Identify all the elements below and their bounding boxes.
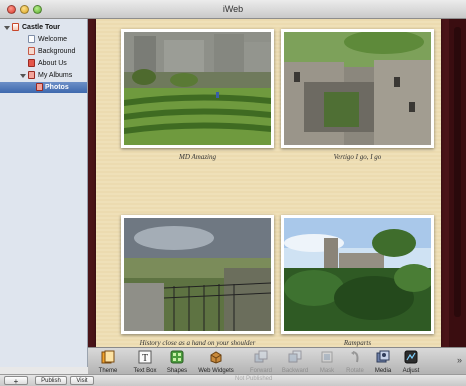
site-icon <box>12 23 19 31</box>
bottom-bar: + Publish Visit Not Published <box>0 374 466 386</box>
theme-button[interactable]: Theme <box>92 349 124 374</box>
forward-icon <box>254 350 268 363</box>
toolbar-overflow-button[interactable]: » <box>457 355 462 365</box>
toolbar: Theme T Text Box Shapes Web Widgets Forw… <box>88 347 466 374</box>
window-title: iWeb <box>222 4 244 14</box>
adjust-button[interactable]: Adjust <box>395 349 427 374</box>
web-widgets-icon <box>210 351 222 364</box>
sidebar-item-label: Photos <box>45 84 69 91</box>
landscape-photo-image <box>124 218 271 331</box>
photo-history[interactable] <box>121 215 274 334</box>
site-organizer: Castle Tour Welcome Background About Us … <box>0 19 88 367</box>
disclosure-triangle-icon[interactable] <box>20 74 26 78</box>
sidebar-item-label: Background <box>38 48 76 55</box>
sidebar-item-castle-tour[interactable]: Castle Tour <box>0 22 87 33</box>
vertical-scrollbar[interactable] <box>449 19 466 347</box>
theme-icon <box>101 350 115 364</box>
photo-caption[interactable]: Ramparts <box>281 339 434 347</box>
web-widgets-button[interactable]: Web Widgets <box>198 349 234 374</box>
sidebar-item-background[interactable]: Background <box>0 46 87 57</box>
photo-caption[interactable]: Vertigo I go, I go <box>281 153 434 161</box>
text-box-icon: T <box>138 350 152 364</box>
photo-caption[interactable]: History close as a hand on your shoulder <box>121 339 274 347</box>
ramparts-photo-image <box>284 218 431 331</box>
sidebar-item-welcome[interactable]: Welcome <box>0 34 87 45</box>
shapes-icon <box>170 350 184 364</box>
photos-page-icon <box>36 83 43 91</box>
sidebar-item-label: Welcome <box>38 36 68 43</box>
album-page-icon <box>28 71 35 79</box>
mask-icon <box>321 351 333 363</box>
photo-caption[interactable]: MD Amazing <box>121 153 274 161</box>
sidebar-item-photos[interactable]: Photos <box>0 82 87 93</box>
photo-ramparts[interactable] <box>281 215 434 334</box>
sidebar-item-label: Castle Tour <box>22 24 60 31</box>
photo-md-amazing[interactable] <box>121 29 274 148</box>
page-icon <box>28 59 35 67</box>
ruins-courtyard-photo-image <box>284 32 431 145</box>
publish-status: Not Published <box>235 376 273 382</box>
garden-photo-image <box>124 32 271 145</box>
page-canvas: MD Amazing Vertigo I go, I go History cl… <box>88 19 466 347</box>
page-icon <box>28 35 35 43</box>
backward-icon <box>288 350 302 363</box>
svg-text:T: T <box>142 353 148 364</box>
photo-vertigo[interactable] <box>281 29 434 148</box>
sidebar-item-label: My Albums <box>38 72 73 79</box>
sidebar-item-about-us[interactable]: About Us <box>0 58 87 69</box>
visit-button[interactable]: Visit <box>70 376 94 385</box>
media-icon <box>376 350 390 363</box>
sidebar-item-label: About Us <box>38 60 67 67</box>
publish-button[interactable]: Publish <box>35 376 67 385</box>
page-icon <box>28 47 35 55</box>
scroll-thumb[interactable] <box>454 27 461 317</box>
shapes-button[interactable]: Shapes <box>161 349 193 374</box>
add-page-button[interactable]: + <box>4 376 28 386</box>
photo-page: MD Amazing Vertigo I go, I go History cl… <box>96 19 441 347</box>
title-bar: iWeb <box>0 0 466 19</box>
disclosure-triangle-icon[interactable] <box>4 26 10 30</box>
adjust-icon <box>404 350 418 364</box>
rotate-icon <box>351 351 359 363</box>
sidebar-item-my-albums[interactable]: My Albums <box>0 70 87 81</box>
